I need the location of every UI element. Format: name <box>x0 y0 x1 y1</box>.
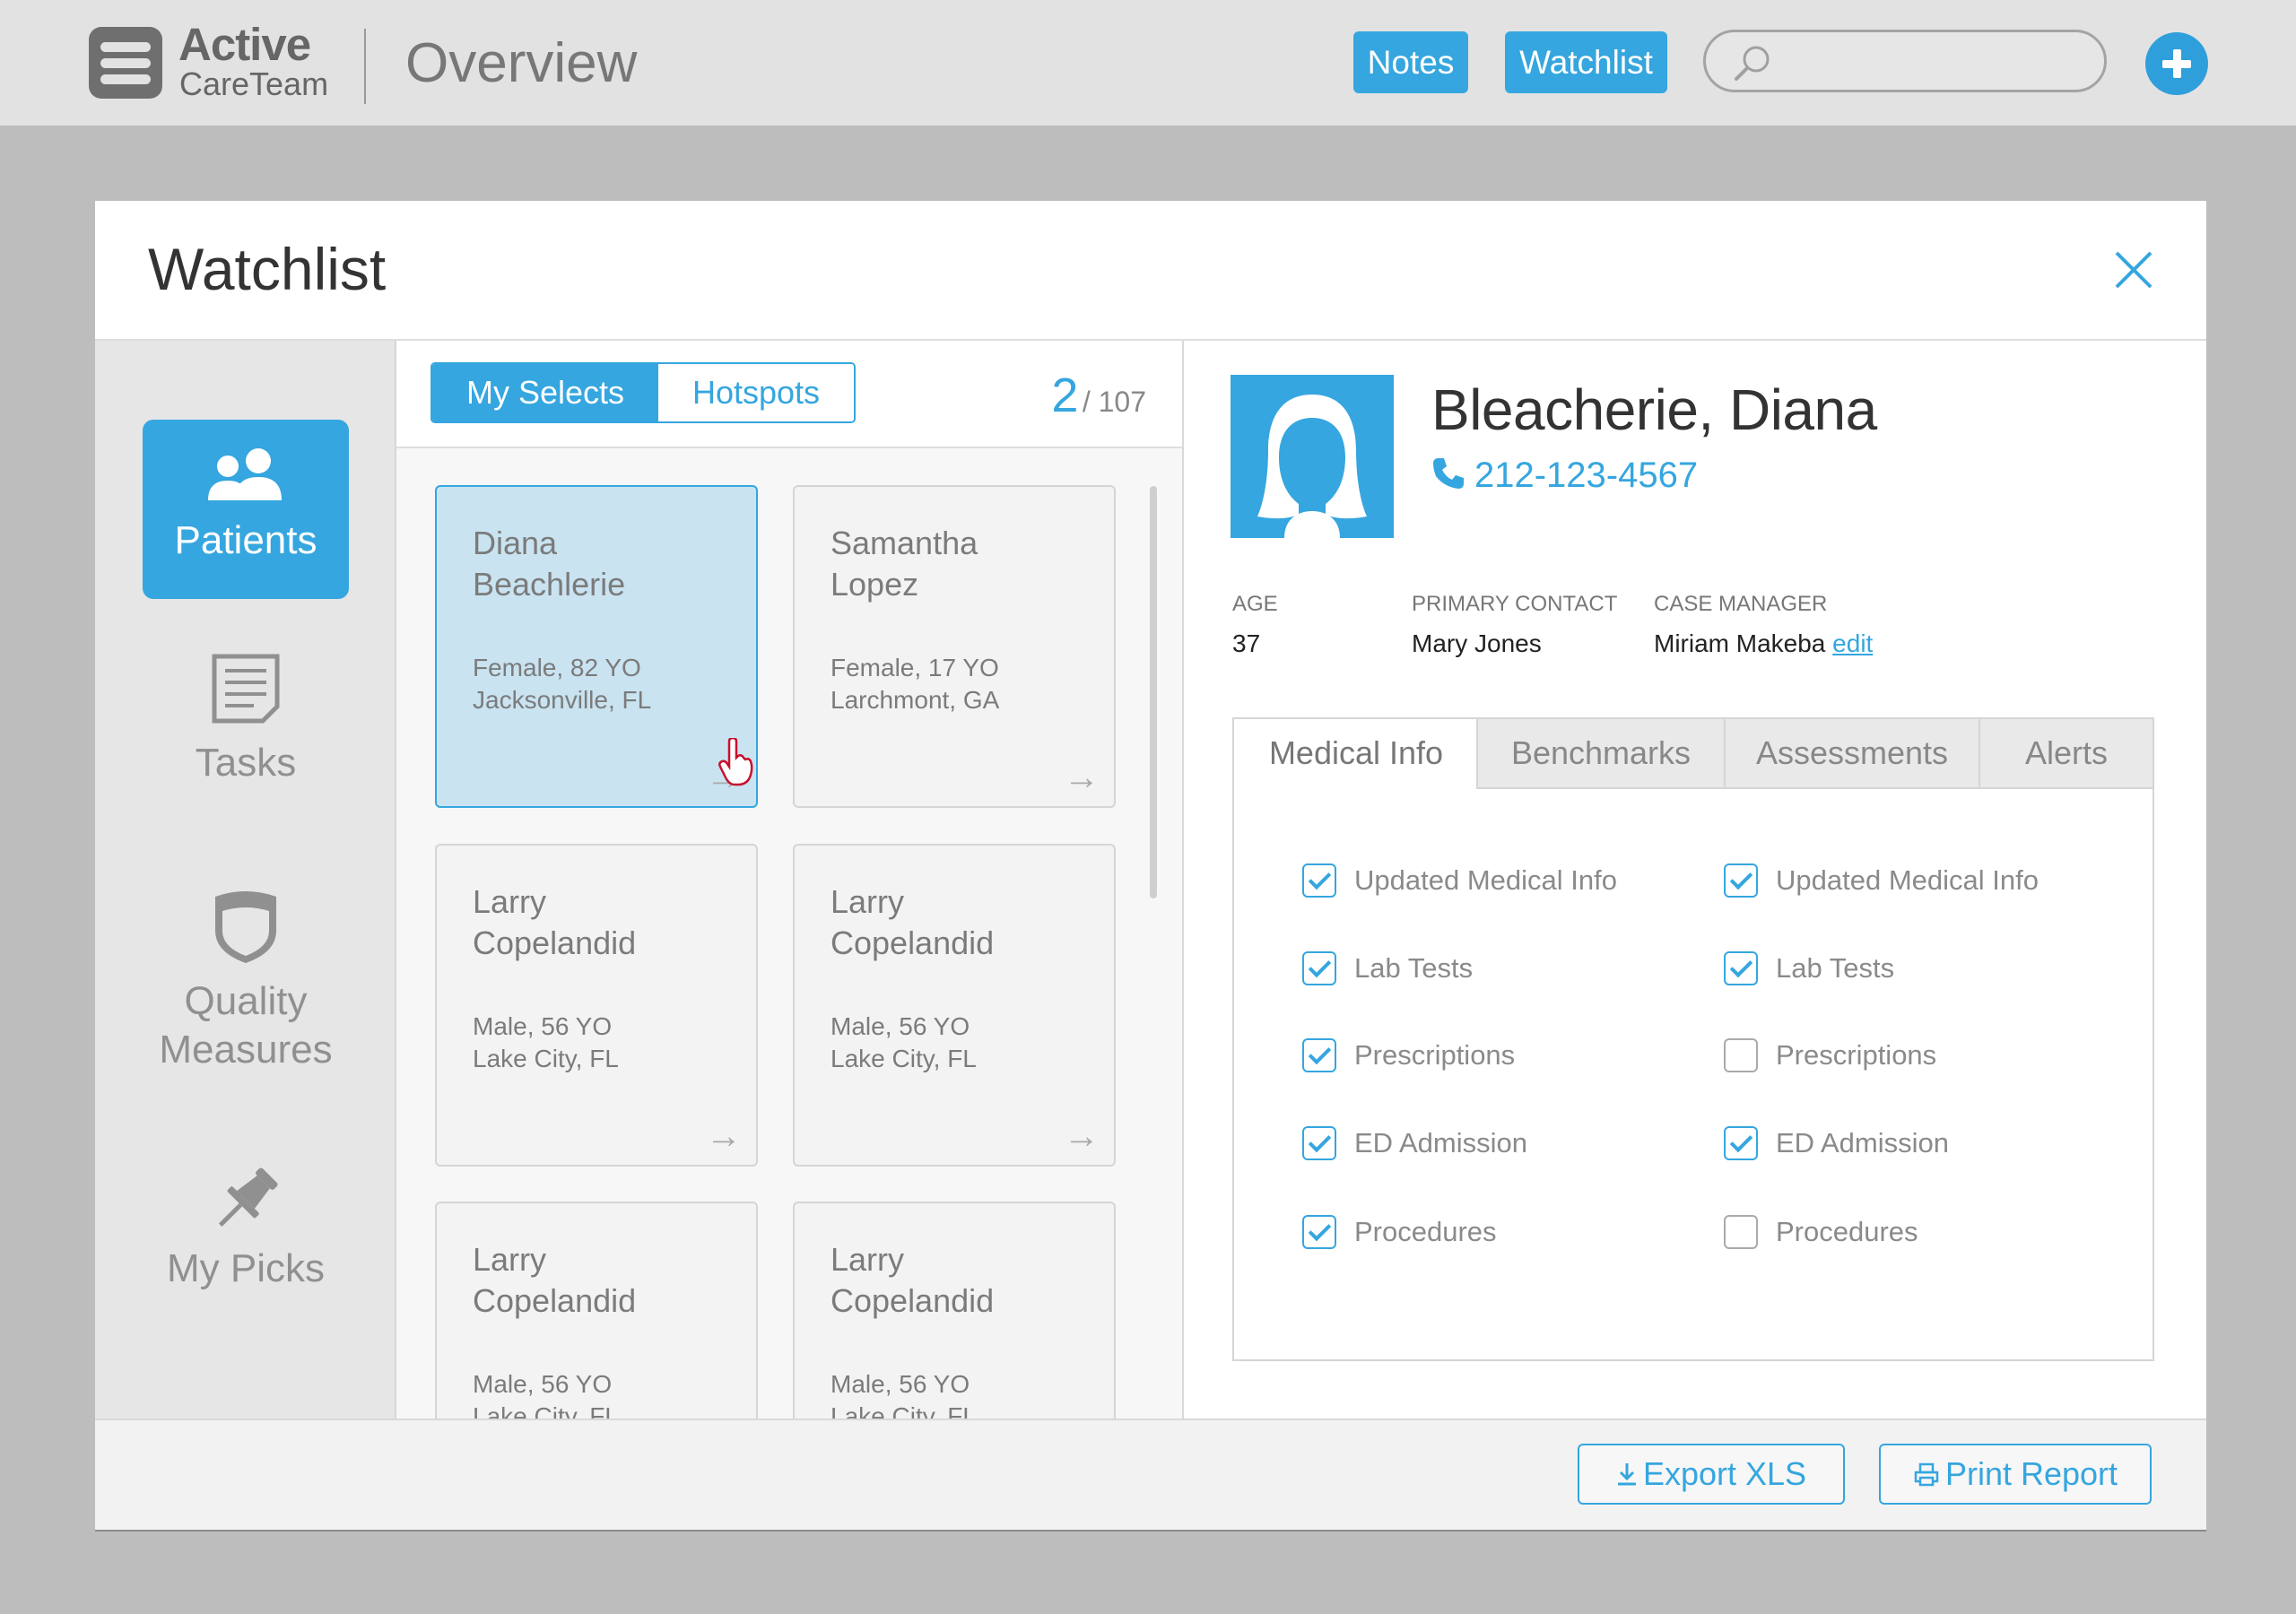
tasks-icon <box>212 654 280 724</box>
patient-name: Samantha Lopez <box>831 525 978 603</box>
phone-link[interactable]: 212-123-4567 <box>1431 456 1698 495</box>
arrow-right-icon: → <box>1064 758 1100 797</box>
age-value: 37 <box>1232 629 1261 657</box>
patient-info: Male, 56 YO Lake City, FL <box>473 1370 619 1419</box>
patient-list: My Selects Hotspots 2 / 107 Diana Beachle… <box>396 341 1184 1419</box>
sidebar-item-label: Tasks <box>195 741 297 785</box>
patient-detail: Bleacherie, Diana 212-123-4567 AGE 37 PR… <box>1184 341 2206 1419</box>
patient-card[interactable]: Samantha Lopez Female, 17 YO Larchmont, GA… <box>793 485 1116 808</box>
age-label: AGE <box>1232 592 1278 616</box>
patient-card[interactable]: Larry Copelandid Male, 56 YO Lake City, FL… <box>793 844 1116 1167</box>
checkbox[interactable] <box>1724 951 1758 985</box>
tab-assessments[interactable]: Assessments <box>1724 719 1979 789</box>
close-icon[interactable] <box>2111 247 2156 292</box>
sidebar: Patients Tasks Quality Measures My Picks <box>95 341 396 1419</box>
list-header: My Selects Hotspots 2 / 107 <box>396 341 1182 448</box>
search-icon <box>1735 46 1770 81</box>
checkbox[interactable] <box>1724 1126 1758 1160</box>
primary-contact-label: PRIMARY CONTACT <box>1412 592 1618 616</box>
scrollbar[interactable] <box>1150 486 1157 898</box>
patient-info: Male, 56 YO Lake City, FL <box>473 1012 619 1072</box>
modal-title: Watchlist <box>148 236 387 302</box>
watchlist-button[interactable]: Watchlist <box>1505 31 1667 93</box>
primary-contact-value: Mary Jones <box>1412 629 1542 657</box>
logo-icon <box>89 27 162 99</box>
sidebar-item-label: Quality <box>184 979 308 1023</box>
patient-info: Female, 17 YO Larchmont, GA <box>831 654 1000 714</box>
pin-icon <box>218 1167 278 1228</box>
download-icon <box>1617 1463 1636 1486</box>
sidebar-item-label: My Picks <box>167 1246 325 1290</box>
checkbox[interactable] <box>1302 1126 1336 1160</box>
shield-icon <box>215 891 276 963</box>
modal-footer: Export XLS Print Report <box>95 1419 2206 1530</box>
patient-card[interactable]: Larry Copelandid Male, 56 YO Lake City, FL… <box>435 844 758 1167</box>
print-report-button[interactable]: Print Report <box>1879 1444 2152 1505</box>
patient-name: Larry Copelandid <box>831 883 995 961</box>
checkbox[interactable] <box>1302 1038 1336 1072</box>
sidebar-item-label: Patients <box>174 518 317 562</box>
patient-card[interactable]: Larry Copelandid Male, 56 YO Lake City, FL <box>793 1202 1116 1419</box>
female-avatar-icon <box>1257 395 1367 538</box>
total-count: / 107 <box>1082 386 1146 418</box>
patient-card[interactable]: Larry Copelandid Male, 56 YO Lake City, FL <box>435 1202 758 1419</box>
checkbox[interactable] <box>1724 863 1758 898</box>
add-button[interactable] <box>2145 32 2208 95</box>
hand-cursor-icon <box>718 738 753 786</box>
sidebar-item-tasks[interactable]: Tasks <box>143 653 349 796</box>
case-manager-value: Miriam Makeba edit <box>1654 629 1874 657</box>
arrow-right-icon: → <box>706 1116 742 1156</box>
avatar <box>1231 375 1394 538</box>
patient-name: Larry Copelandid <box>473 883 637 961</box>
checkbox[interactable] <box>1724 1215 1758 1249</box>
top-bar: Active CareTeam Overview Notes Watchlist <box>0 0 2296 126</box>
tab-medical-info[interactable]: Medical Info <box>1234 719 1478 789</box>
patient-name: Larry Copelandid <box>831 1241 995 1319</box>
search-input[interactable] <box>1703 30 2107 92</box>
checkbox[interactable] <box>1302 1215 1336 1249</box>
result-counter: 2 / 107 <box>1051 368 1146 423</box>
phone-icon <box>1433 458 1464 489</box>
current-count: 2 <box>1051 369 1079 422</box>
case-manager-label: CASE MANAGER <box>1654 592 1828 616</box>
watchlist-modal: Watchlist Patients Tasks Quality Measure… <box>95 201 2206 1530</box>
checkbox[interactable] <box>1302 863 1336 898</box>
tab-my-selects[interactable]: My Selects <box>432 364 658 421</box>
sidebar-item-patients[interactable]: Patients <box>143 420 349 599</box>
patients-icon <box>208 448 282 500</box>
edit-link[interactable]: edit <box>1832 629 1873 657</box>
checkbox[interactable] <box>1302 951 1336 985</box>
patient-info: Male, 56 YO Lake City, FL <box>831 1370 977 1419</box>
patient-name: Diana Beachlerie <box>473 525 626 603</box>
patient-info: Male, 56 YO Lake City, FL <box>831 1012 977 1072</box>
sidebar-item-my-picks[interactable]: My Picks <box>143 1164 349 1307</box>
patient-name: Bleacherie, Diana <box>1431 377 1877 442</box>
tab-alerts[interactable]: Alerts <box>1979 719 2152 789</box>
sidebar-item-label: Measures <box>159 1028 333 1072</box>
print-icon <box>1914 1462 1939 1487</box>
notes-button[interactable]: Notes <box>1353 31 1468 93</box>
segment-control: My Selects Hotspots <box>430 362 856 423</box>
tab-hotspots[interactable]: Hotspots <box>658 364 854 421</box>
tab-benchmarks[interactable]: Benchmarks <box>1476 719 1724 789</box>
patient-info: Female, 82 YO Jacksonville, FL <box>473 654 652 714</box>
logo-title: Active <box>178 19 311 70</box>
export-xls-button[interactable]: Export XLS <box>1578 1444 1845 1505</box>
patient-card[interactable]: Diana Beachlerie Female, 82 YO Jacksonvill… <box>435 485 758 808</box>
detail-tabs: Medical Info Benchmarks Assessments Aler… <box>1232 717 2154 1361</box>
patient-name: Larry Copelandid <box>473 1241 637 1319</box>
checkbox[interactable] <box>1724 1038 1758 1072</box>
sidebar-item-quality-measures[interactable]: Quality Measures <box>143 889 349 1078</box>
divider <box>364 29 366 104</box>
logo-subtitle: CareTeam <box>179 65 329 102</box>
arrow-right-icon: → <box>1064 1116 1100 1156</box>
page-title: Overview <box>405 32 638 94</box>
